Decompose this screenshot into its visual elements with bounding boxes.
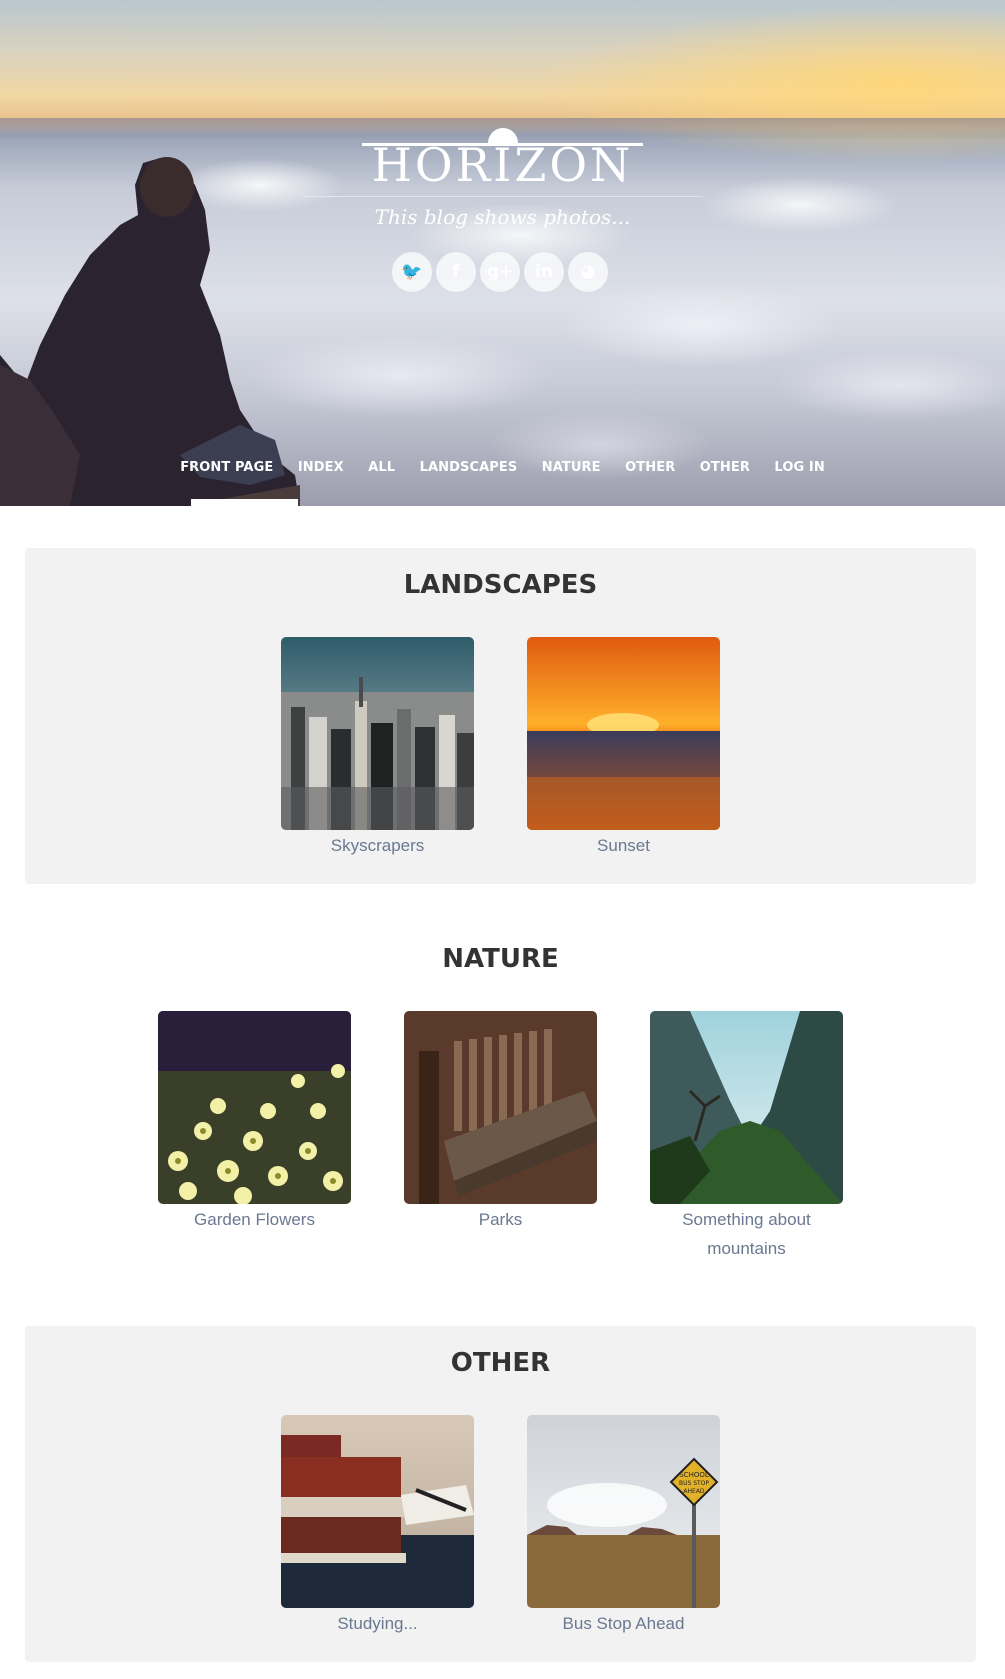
bus-stop-sign-line-1: SCHOOL bbox=[679, 1471, 709, 1479]
skyscrapers-thumbnail[interactable] bbox=[281, 637, 474, 830]
logo-text: HORIZON bbox=[371, 138, 634, 192]
hero-banner: HORIZON This blog shows photos... 🐦 f g+… bbox=[0, 0, 1005, 506]
section-other: OTHER Studying... SCHOOL BUS STOP AHEAD … bbox=[25, 1326, 976, 1662]
post-card-garden-flowers[interactable]: Garden Flowers bbox=[158, 1011, 351, 1263]
nav-front-page[interactable]: FRONT PAGE bbox=[180, 460, 273, 475]
nature-grid: Garden Flowers Parks Something about mou… bbox=[25, 1011, 976, 1263]
section-title-nature: NATURE bbox=[442, 944, 559, 974]
sunset-thumbnail[interactable] bbox=[527, 637, 720, 830]
parks-thumbnail[interactable] bbox=[404, 1011, 597, 1204]
branding-divider bbox=[302, 196, 703, 197]
active-nav-indicator bbox=[191, 499, 298, 506]
post-caption-sunset[interactable]: Sunset bbox=[527, 831, 720, 860]
section-landscapes: LANDSCAPES Skyscrapers Sunset bbox=[25, 548, 976, 884]
post-caption-garden-flowers[interactable]: Garden Flowers bbox=[158, 1205, 351, 1234]
nav-all[interactable]: ALL bbox=[368, 460, 395, 475]
nav-other[interactable]: OTHER bbox=[625, 460, 675, 475]
bus-stop-sign-line-2: BUS STOP bbox=[679, 1480, 709, 1487]
post-card-mountains[interactable]: Something about mountains bbox=[650, 1011, 843, 1263]
post-caption-bus-stop[interactable]: Bus Stop Ahead bbox=[527, 1609, 720, 1638]
garden-flowers-thumbnail[interactable] bbox=[158, 1011, 351, 1204]
linkedin-icon[interactable]: in bbox=[524, 252, 564, 292]
studying-thumbnail[interactable] bbox=[281, 1415, 474, 1608]
other-grid: Studying... SCHOOL BUS STOP AHEAD Bus St… bbox=[25, 1415, 976, 1638]
github-icon[interactable]: ◕ bbox=[568, 252, 608, 292]
mountains-thumbnail[interactable] bbox=[650, 1011, 843, 1204]
section-nature: NATURE Garden Flowers Parks Something ab… bbox=[25, 922, 976, 1262]
landscapes-grid: Skyscrapers Sunset bbox=[25, 637, 976, 860]
post-caption-parks[interactable]: Parks bbox=[404, 1205, 597, 1234]
post-card-sunset[interactable]: Sunset bbox=[527, 637, 720, 860]
post-caption-skyscrapers[interactable]: Skyscrapers bbox=[281, 831, 474, 860]
nav-index[interactable]: INDEX bbox=[298, 460, 344, 475]
section-title-landscapes: LANDSCAPES bbox=[403, 570, 598, 600]
nav-other-2[interactable]: OTHER bbox=[700, 460, 750, 475]
logo-bar bbox=[361, 143, 644, 146]
nav-nature[interactable]: NATURE bbox=[542, 460, 601, 475]
bus-stop-sign-line-3: AHEAD bbox=[683, 1488, 705, 1495]
bus-stop-thumbnail[interactable]: SCHOOL BUS STOP AHEAD bbox=[527, 1415, 720, 1608]
post-card-studying[interactable]: Studying... bbox=[281, 1415, 474, 1638]
nav-landscapes[interactable]: LANDSCAPES bbox=[420, 460, 518, 475]
main-nav: FRONT PAGE INDEX ALL LANDSCAPES NATURE O… bbox=[0, 458, 1005, 476]
post-card-parks[interactable]: Parks bbox=[404, 1011, 597, 1263]
twitter-icon[interactable]: 🐦 bbox=[392, 252, 432, 292]
social-links: 🐦 f g+ in ◕ bbox=[392, 252, 608, 292]
site-logo[interactable]: HORIZON bbox=[361, 128, 644, 188]
section-title-other: OTHER bbox=[450, 1348, 551, 1378]
logo-sun-icon bbox=[487, 128, 518, 143]
site-tagline: This blog shows photos... bbox=[374, 205, 631, 229]
google-plus-icon[interactable]: g+ bbox=[480, 252, 520, 292]
nav-log-in[interactable]: LOG IN bbox=[774, 460, 824, 475]
post-card-bus-stop[interactable]: SCHOOL BUS STOP AHEAD Bus Stop Ahead bbox=[527, 1415, 720, 1638]
post-caption-studying[interactable]: Studying... bbox=[281, 1609, 474, 1638]
site-branding: HORIZON This blog shows photos... bbox=[0, 128, 1005, 229]
post-caption-mountains[interactable]: Something about mountains bbox=[650, 1205, 843, 1263]
facebook-icon[interactable]: f bbox=[436, 252, 476, 292]
post-card-skyscrapers[interactable]: Skyscrapers bbox=[281, 637, 474, 860]
